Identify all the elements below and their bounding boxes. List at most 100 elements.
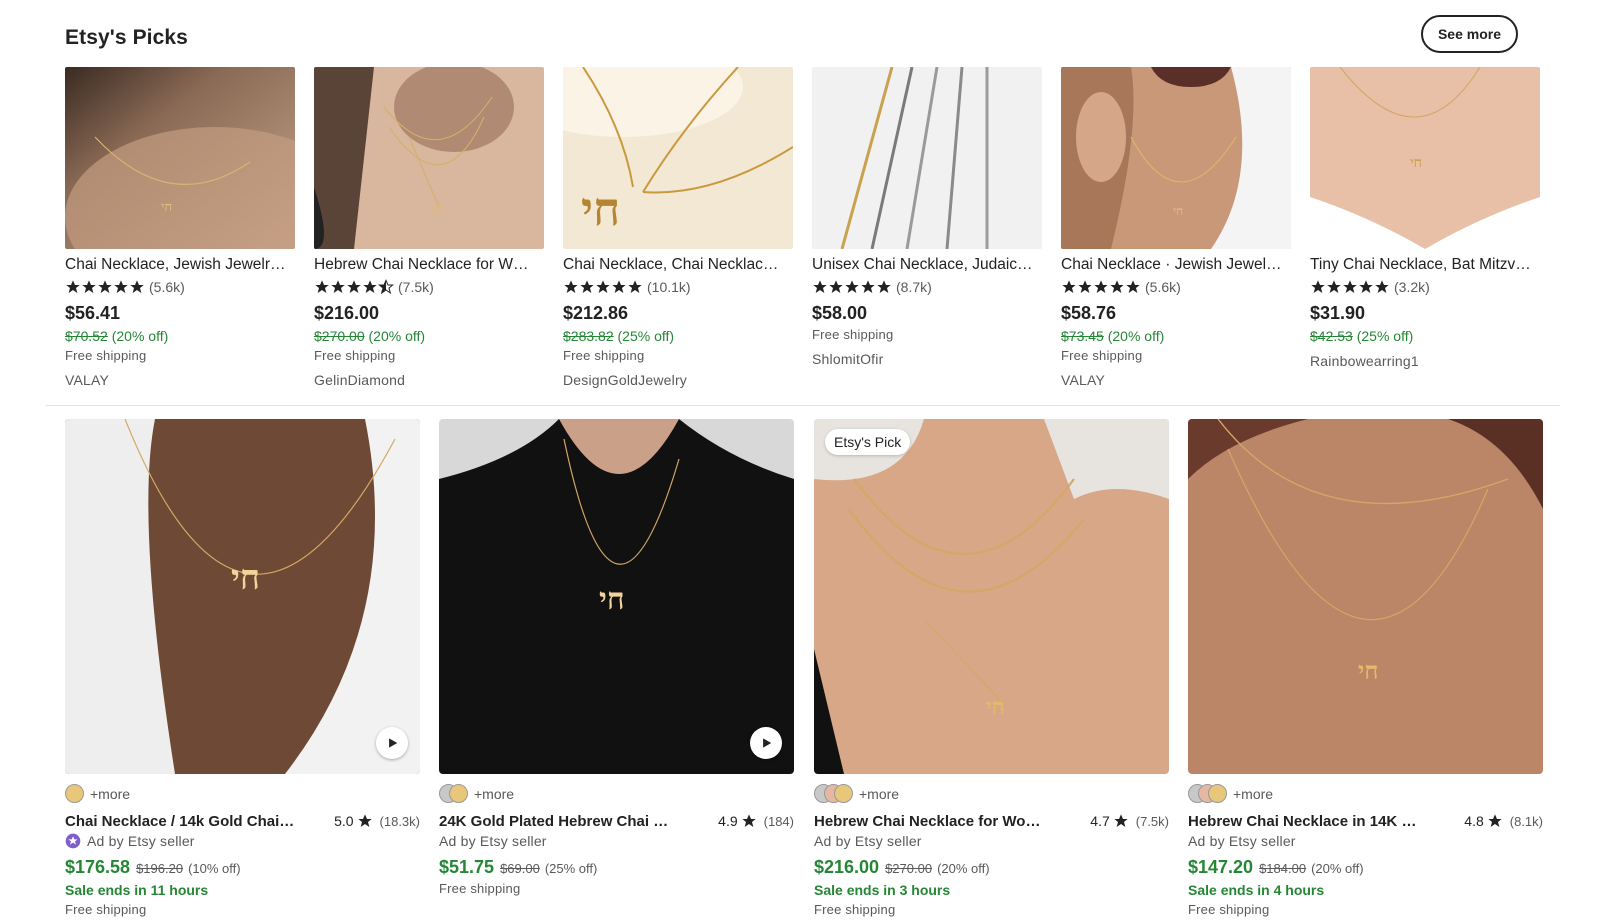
product-title[interactable]: Chai Necklace / 14k Gold Chai C… — [65, 813, 297, 830]
stars-icon — [812, 279, 892, 295]
listing-card[interactable]: חי +more Chai Necklace / 14k Gold Chai C… — [65, 419, 420, 918]
product-image[interactable]: חי — [65, 67, 295, 249]
color-swatches[interactable]: +more — [1188, 784, 1543, 803]
shipping-note: Free shipping — [814, 902, 896, 917]
price-line: $216.00 $270.00 (20% off) — [814, 857, 1169, 878]
review-count: (3.2k) — [1394, 279, 1430, 295]
rating: (7.5k) — [314, 278, 544, 296]
stars-icon — [314, 279, 394, 295]
product-image[interactable]: חי — [1188, 419, 1543, 774]
discount-percent: (20% off) — [1311, 861, 1364, 876]
original-price: $69.00 — [500, 861, 540, 876]
product-image[interactable] — [812, 67, 1042, 249]
pick-card[interactable]: חי Hebrew Chai Necklace for W… (7.5k) $2… — [314, 67, 544, 389]
price: $56.41 — [65, 303, 121, 323]
color-swatches[interactable]: +more — [439, 784, 794, 803]
more-options[interactable]: +more — [1233, 786, 1273, 802]
product-title[interactable]: Chai Necklace, Chai Necklac… — [563, 255, 793, 274]
pick-card[interactable]: חי Tiny Chai Necklace, Bat Mitzv… (3.2k)… — [1310, 67, 1540, 370]
more-options[interactable]: +more — [474, 786, 514, 802]
shop-name[interactable]: DesignGoldJewelry — [563, 371, 793, 389]
color-swatches[interactable]: +more — [65, 784, 420, 803]
star-icon — [1114, 814, 1128, 827]
shipping-note: Free shipping — [1188, 902, 1270, 917]
product-image[interactable]: חי — [65, 419, 420, 774]
review-count: (7.5k) — [1135, 813, 1169, 829]
product-image[interactable]: חי — [1061, 67, 1291, 249]
listing-card[interactable]: חי +more 24K Gold Plated Hebrew Chai N… … — [439, 419, 794, 897]
review-count: (10.1k) — [647, 279, 691, 295]
play-video-button[interactable] — [750, 727, 782, 759]
original-price: $73.45 — [1061, 328, 1104, 344]
rating-score: 5.0 — [334, 813, 354, 829]
ad-label: Ad by Etsy seller — [439, 833, 547, 849]
product-image[interactable]: חי Etsy's Pick — [814, 419, 1169, 774]
swatch-gold[interactable] — [449, 784, 468, 803]
svg-text:חי: חי — [599, 582, 625, 617]
product-title[interactable]: Chai Necklace · Jewish Jewel… — [1061, 255, 1291, 274]
original-price: $184.00 — [1259, 861, 1307, 876]
see-more-button[interactable]: See more — [1421, 15, 1518, 53]
rating-score: 4.7 — [1090, 813, 1110, 829]
svg-text:חי: חי — [431, 201, 444, 219]
original-price: $70.52 — [65, 328, 108, 344]
product-title[interactable]: Unisex Chai Necklace, Judaic… — [812, 255, 1042, 274]
discount-percent: (20% off) — [937, 861, 990, 876]
price-line: $51.75 $69.00 (25% off) — [439, 857, 794, 878]
discount-percent: (20% off) — [368, 328, 426, 344]
rating-score: 4.8 — [1464, 813, 1484, 829]
shop-name[interactable]: VALAY — [1061, 371, 1291, 389]
play-video-button[interactable] — [376, 727, 408, 759]
price: $31.90 — [1310, 303, 1366, 323]
discount-percent: (25% off) — [617, 328, 675, 344]
price-line: $176.58 $196.20 (10% off) — [65, 857, 420, 878]
pick-card[interactable]: חי Chai Necklace · Jewish Jewel… (5.6k) … — [1061, 67, 1291, 389]
discount-line: $42.53 (25% off) — [1310, 327, 1540, 345]
discount-line: $283.82 (25% off) — [563, 327, 793, 345]
product-title[interactable]: 24K Gold Plated Hebrew Chai N… — [439, 813, 671, 830]
rating: (5.6k) — [65, 278, 295, 296]
pick-card[interactable]: Unisex Chai Necklace, Judaic… (8.7k) $58… — [812, 67, 1042, 368]
play-icon — [389, 738, 398, 748]
product-image[interactable]: חי — [439, 419, 794, 774]
swatch-gold[interactable] — [834, 784, 853, 803]
product-image[interactable]: חי — [563, 67, 793, 249]
more-options[interactable]: +more — [90, 786, 130, 802]
swatch-gold[interactable] — [65, 784, 84, 803]
product-title[interactable]: Tiny Chai Necklace, Bat Mitzv… — [1310, 255, 1540, 274]
star-icon — [357, 814, 372, 827]
product-title[interactable]: Hebrew Chai Necklace in 14K So… — [1188, 813, 1420, 830]
svg-text:חי: חי — [1358, 656, 1379, 685]
shipping-note: Free shipping — [314, 348, 396, 363]
discount-percent: (20% off) — [1107, 328, 1165, 344]
product-title[interactable]: Hebrew Chai Necklace for W… — [314, 255, 544, 274]
rating: (8.7k) — [812, 278, 1042, 296]
pick-card[interactable]: חי Chai Necklace, Jewish Jewelr… (5.6k) … — [65, 67, 295, 389]
original-price: $42.53 — [1310, 328, 1353, 344]
listing-card[interactable]: חי Etsy's Pick +more Hebrew Chai Necklac… — [814, 419, 1169, 918]
product-title[interactable]: Chai Necklace, Jewish Jewelr… — [65, 255, 295, 274]
discount-percent: (10% off) — [188, 861, 241, 876]
review-count: (5.6k) — [149, 279, 185, 295]
product-image[interactable]: חי — [1310, 67, 1540, 249]
swatch-gold[interactable] — [1208, 784, 1227, 803]
star-seller-icon — [65, 833, 81, 849]
shipping-note: Free shipping — [563, 348, 645, 363]
more-options[interactable]: +more — [859, 786, 899, 802]
rating: 5.0 (18.3k) — [334, 813, 420, 829]
shop-name[interactable]: VALAY — [65, 371, 295, 389]
shop-name[interactable]: ShlomitOfir — [812, 350, 1042, 368]
shop-name[interactable]: GelinDiamond — [314, 371, 544, 389]
product-image[interactable]: חי — [314, 67, 544, 249]
product-title[interactable]: Hebrew Chai Necklace for Wom… — [814, 813, 1046, 830]
pick-card[interactable]: חי Chai Necklace, Chai Necklac… (10.1k) … — [563, 67, 793, 389]
rating: (3.2k) — [1310, 278, 1540, 296]
shop-name[interactable]: Rainbowearring1 — [1310, 352, 1540, 370]
ad-label: Ad by Etsy seller — [1188, 833, 1296, 849]
color-swatches[interactable]: +more — [814, 784, 1169, 803]
discount-line: $73.45 (20% off) — [1061, 327, 1291, 345]
price: $176.58 — [65, 857, 131, 877]
ad-label: Ad by Etsy seller — [65, 832, 420, 850]
review-count: (8.1k) — [1509, 813, 1543, 829]
listing-card[interactable]: חי +more Hebrew Chai Necklace in 14K So…… — [1188, 419, 1543, 918]
